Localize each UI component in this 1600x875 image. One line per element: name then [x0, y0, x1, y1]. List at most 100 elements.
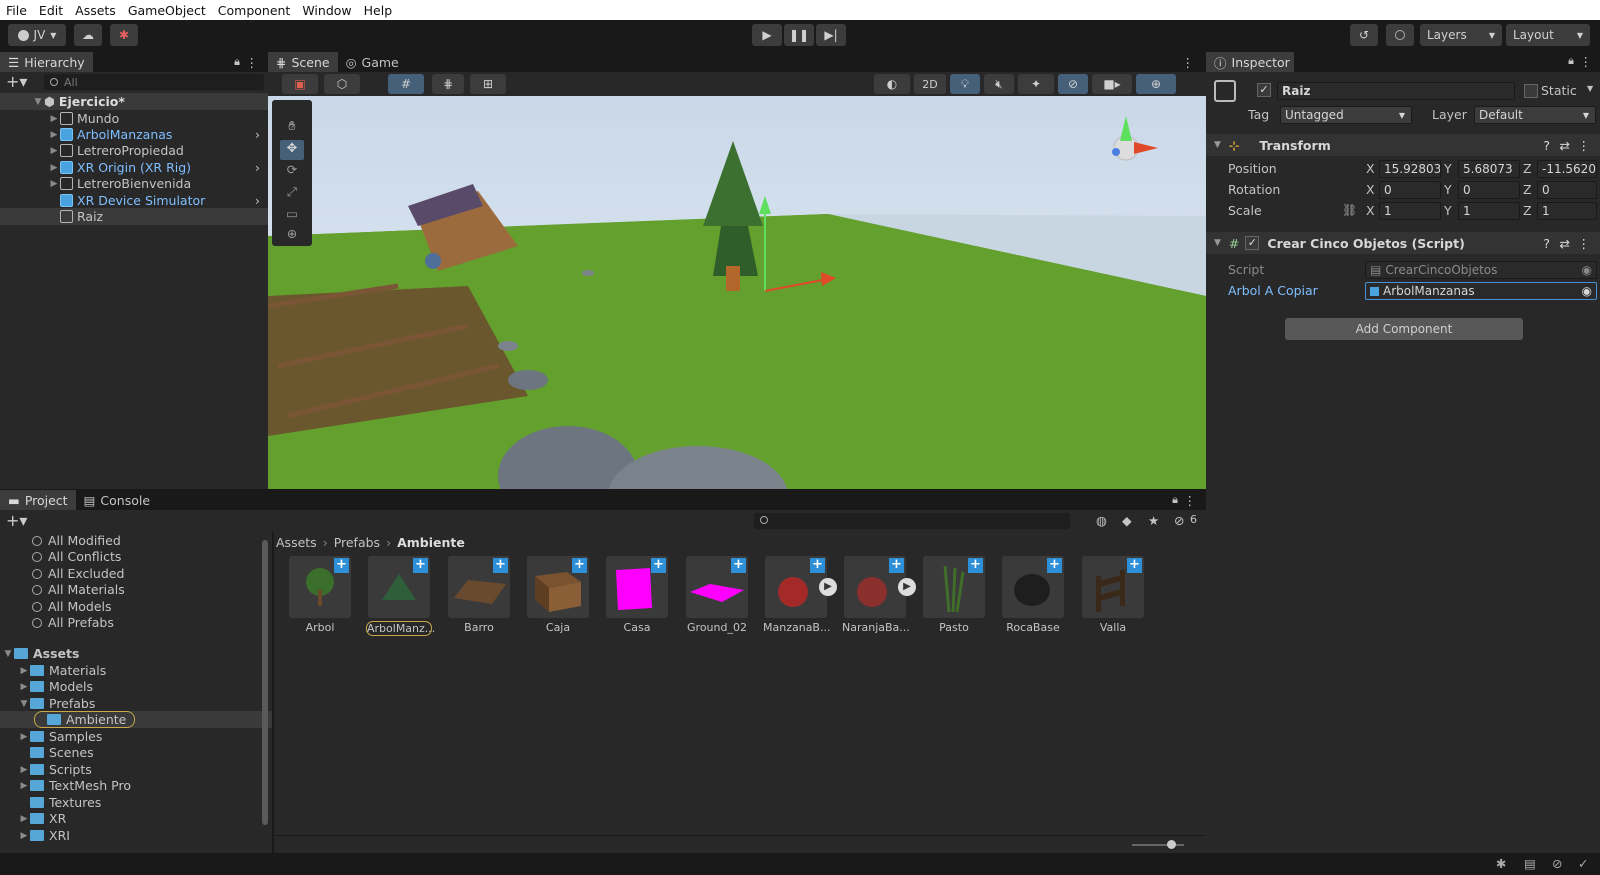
scene-viewport[interactable]: ✋︎ ✥ ⟳ ⤢ ▭ ⊕: [268, 96, 1206, 489]
hierarchy-item-xr-device-simulator[interactable]: XR Device Simulator ›: [0, 192, 268, 209]
mode-2d-button[interactable]: 2D: [914, 74, 946, 94]
tab-inspector[interactable]: ⓘ Inspector: [1206, 52, 1294, 72]
hierarchy-item-letreropropiedad[interactable]: ▶ LetreroPropiedad: [0, 142, 268, 159]
cache-server-icon[interactable]: ▤: [1524, 856, 1536, 871]
zoom-slider-track[interactable]: [1132, 844, 1184, 846]
more-menu-icon[interactable]: ⋮: [1182, 55, 1195, 70]
scale-y-field[interactable]: 1: [1458, 202, 1520, 220]
hierarchy-item-raiz[interactable]: Raiz: [0, 208, 268, 225]
preset-icon[interactable]: ⇄: [1560, 138, 1570, 153]
folder-ambiente[interactable]: Ambiente: [0, 711, 272, 728]
tab-game[interactable]: ◎ Game: [338, 52, 407, 72]
transform-header[interactable]: ▼ ⊹ Transform ? ⇄ ⋮: [1206, 134, 1600, 156]
hierarchy-item-arbolmanzanas[interactable]: ▶ ArbolManzanas ›: [0, 126, 268, 143]
menu-component[interactable]: Component: [212, 3, 297, 18]
asset-caja[interactable]: + Caja: [525, 556, 591, 634]
add-icon[interactable]: +▾: [6, 72, 27, 91]
asset-arbolmanzanas[interactable]: + ArbolManz...: [366, 556, 435, 636]
progress-icon[interactable]: ⊘: [1552, 856, 1562, 871]
rotation-y-field[interactable]: 0: [1458, 181, 1520, 199]
transform-tool-icon[interactable]: ⊕: [280, 226, 304, 244]
check-icon[interactable]: ✓: [1578, 856, 1588, 871]
more-menu-icon[interactable]: ⋮: [1578, 236, 1591, 251]
assets-root[interactable]: ▼ Assets: [0, 645, 272, 662]
chevron-down-icon[interactable]: ▼: [1587, 84, 1593, 93]
hierarchy-search-input[interactable]: All: [44, 74, 264, 90]
folder-textures[interactable]: Textures: [0, 794, 272, 811]
star-icon[interactable]: ★: [1148, 513, 1159, 528]
layer-dropdown[interactable]: Default ▼: [1474, 106, 1596, 124]
favorite-all-modified[interactable]: All Modified: [0, 532, 272, 549]
breadcrumb-assets[interactable]: Assets: [276, 535, 317, 550]
search-by-type-icon[interactable]: ◍: [1096, 513, 1107, 528]
folder-textmesh-pro[interactable]: ▶ TextMesh Pro: [0, 777, 272, 794]
step-button[interactable]: ▶|: [816, 24, 846, 46]
rotation-z-field[interactable]: 0: [1537, 181, 1597, 199]
tab-console[interactable]: ▤ Console: [76, 490, 158, 510]
favorite-all-materials[interactable]: All Materials: [0, 581, 272, 598]
folder-scripts[interactable]: ▶ Scripts: [0, 761, 272, 778]
breadcrumb-ambiente[interactable]: Ambiente: [397, 535, 465, 550]
object-name-field[interactable]: Raiz: [1277, 82, 1515, 100]
preset-icon[interactable]: ⇄: [1560, 236, 1570, 251]
play-button[interactable]: ▶: [752, 24, 782, 46]
menu-gameobject[interactable]: GameObject: [122, 3, 212, 18]
tab-scene[interactable]: ⋕ Scene: [268, 52, 338, 72]
collab-button[interactable]: ✱: [110, 24, 138, 46]
asset-barro[interactable]: + Barro: [446, 556, 512, 634]
chevron-right-icon[interactable]: ›: [255, 193, 260, 208]
asset-rocabase[interactable]: + RocaBase: [1000, 556, 1066, 634]
rect-tool-icon[interactable]: ▭: [280, 206, 304, 226]
audio-toggle[interactable]: 🔇︎: [984, 74, 1014, 94]
component-enabled-checkbox[interactable]: ✓: [1245, 236, 1260, 250]
add-component-button[interactable]: Add Component: [1285, 318, 1523, 340]
hierarchy-item-xr-origin[interactable]: ▶ XR Origin (XR Rig) ›: [0, 159, 268, 176]
draw-mode-dropdown[interactable]: ▣: [282, 74, 318, 94]
menu-assets[interactable]: Assets: [69, 3, 122, 18]
asset-casa[interactable]: + Casa: [604, 556, 670, 634]
grid-snap-button[interactable]: #: [388, 74, 424, 94]
constrain-proportions-icon[interactable]: ⛓︎: [1342, 203, 1357, 217]
scale-tool-icon[interactable]: ⤢: [280, 184, 304, 204]
asset-naranjabase[interactable]: + NaranjaBa... ▶: [842, 556, 916, 634]
add-icon[interactable]: +▾: [6, 511, 27, 530]
static-checkbox[interactable]: [1524, 84, 1538, 98]
pivot-dropdown[interactable]: ⬡: [324, 74, 360, 94]
folder-scenes[interactable]: Scenes: [0, 744, 272, 761]
lighting-toggle[interactable]: 💡︎: [950, 74, 980, 94]
increment-snap-button[interactable]: ⋕: [432, 74, 464, 94]
asset-pasto[interactable]: + Pasto: [921, 556, 987, 634]
rotate-tool-icon[interactable]: ⟳: [280, 162, 304, 182]
folder-samples[interactable]: ▶ Samples: [0, 728, 272, 745]
pause-button[interactable]: ❚❚: [784, 24, 814, 46]
tab-project[interactable]: ▬ Project: [0, 490, 76, 510]
folder-models[interactable]: ▶ Models: [0, 678, 272, 695]
tree-scrollbar[interactable]: [262, 540, 268, 825]
hierarchy-item-letrerobienvenida[interactable]: ▶ LetreroBienvenida: [0, 175, 268, 192]
favorite-all-excluded[interactable]: All Excluded: [0, 565, 272, 582]
help-icon[interactable]: ?: [1543, 236, 1550, 251]
debug-mode-icon[interactable]: ✱: [1496, 856, 1506, 871]
lock-icon[interactable]: 🔒︎: [234, 55, 240, 69]
account-dropdown[interactable]: JV ▼: [8, 24, 66, 46]
hidden-packages-icon[interactable]: ⊘: [1174, 513, 1184, 528]
folder-xri[interactable]: ▶ XRI: [0, 827, 272, 844]
folder-prefabs[interactable]: ▼ Prefabs: [0, 695, 272, 712]
asset-arbol[interactable]: + Arbol: [287, 556, 353, 634]
menu-window[interactable]: Window: [296, 3, 357, 18]
asset-manzanabase[interactable]: + ManzanaB... ▶: [763, 556, 837, 634]
chevron-right-icon[interactable]: ›: [255, 160, 260, 175]
menu-help[interactable]: Help: [358, 3, 399, 18]
folder-materials[interactable]: ▶ Materials: [0, 662, 272, 679]
lock-icon[interactable]: 🔒︎: [1172, 493, 1178, 507]
tab-hierarchy[interactable]: ☰ Hierarchy: [0, 52, 93, 72]
scale-x-field[interactable]: 1: [1379, 202, 1441, 220]
layout-dropdown[interactable]: Layout ▼: [1506, 24, 1590, 46]
label-icon[interactable]: ◆: [1122, 513, 1132, 528]
cloud-button[interactable]: ☁: [74, 24, 102, 46]
object-picker-icon[interactable]: ◉: [1582, 284, 1592, 298]
expand-variants-icon[interactable]: ▶: [898, 578, 916, 596]
scale-z-field[interactable]: 1: [1537, 202, 1597, 220]
favorite-all-conflicts[interactable]: All Conflicts: [0, 548, 272, 565]
position-z-field[interactable]: -11.5620: [1537, 160, 1597, 178]
